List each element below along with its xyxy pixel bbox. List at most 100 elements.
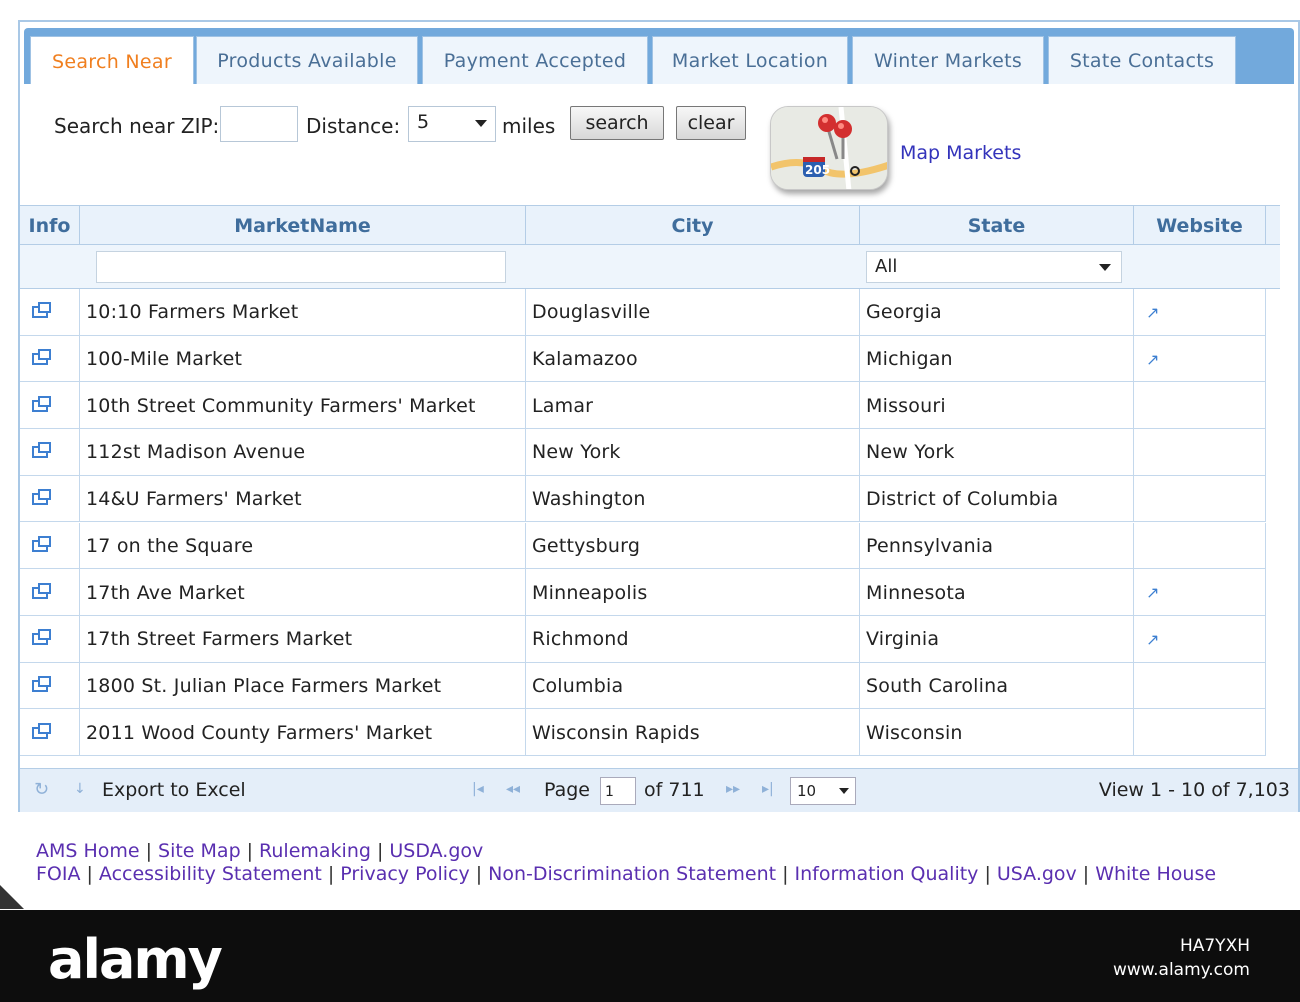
popup-info-icon[interactable]: [32, 489, 51, 506]
table-row[interactable]: 100-Mile Market Kalamazoo Michigan ↗: [20, 335, 1266, 383]
rows-per-page-select[interactable]: 10: [790, 777, 856, 805]
first-page-icon[interactable]: |◂: [472, 781, 484, 797]
tab-payment-accepted[interactable]: Payment Accepted: [422, 36, 648, 84]
city-cell: Gettysburg: [526, 522, 860, 570]
footer-link-non-discrimination[interactable]: Non-Discrimination Statement: [488, 863, 776, 885]
info-cell: [20, 709, 80, 756]
map-markets-link[interactable]: Map Markets: [900, 142, 1021, 164]
external-link-icon[interactable]: ↗: [1146, 350, 1160, 369]
search-toolbar: Search near ZIP: Distance: 5 miles searc…: [20, 84, 1298, 224]
last-page-icon[interactable]: ▸|: [762, 781, 774, 797]
table-row[interactable]: 10th Street Community Farmers' Market Lam…: [20, 382, 1266, 430]
market-name-cell: 100-Mile Market: [80, 335, 526, 383]
popup-info-icon[interactable]: [32, 582, 51, 599]
state-cell: Pennsylvania: [860, 522, 1134, 570]
footer-link-white-house[interactable]: White House: [1095, 863, 1216, 885]
city-cell: Columbia: [526, 662, 860, 710]
table-row[interactable]: 10:10 Farmers Market Douglasville Georgia ↗: [20, 289, 1266, 336]
watermark-strip: alamy HA7YXH www.alamy.com: [0, 910, 1300, 1002]
refresh-icon[interactable]: ↻: [34, 779, 49, 800]
col-header-info[interactable]: Info: [20, 206, 80, 246]
distance-value: 5: [417, 111, 430, 133]
tab-label: Products Available: [217, 49, 397, 72]
map-tile-label: 205: [805, 163, 831, 177]
popup-info-icon[interactable]: [32, 442, 51, 459]
watermark-url: www.alamy.com: [1112, 960, 1250, 980]
table-row[interactable]: 112st Madison Avenue New York New York: [20, 429, 1266, 476]
website-cell: [1134, 429, 1266, 476]
tab-products-available[interactable]: Products Available: [196, 36, 418, 84]
tab-winter-markets[interactable]: Winter Markets: [852, 36, 1044, 84]
tab-state-contacts[interactable]: State Contacts: [1048, 36, 1236, 84]
grid-filter-row: All: [20, 245, 1280, 289]
popup-info-icon[interactable]: [32, 535, 51, 552]
popup-info-icon[interactable]: [32, 675, 51, 692]
external-link-icon[interactable]: ↗: [1146, 630, 1160, 649]
website-cell: [1134, 382, 1266, 430]
page-label: Page: [544, 779, 590, 801]
table-row[interactable]: 17th Street Farmers Market Richmond Virgin…: [20, 615, 1266, 663]
info-cell: [20, 569, 80, 616]
external-link-icon[interactable]: ↗: [1146, 303, 1160, 322]
zip-input[interactable]: [220, 106, 298, 142]
market-name-cell: 10th Street Community Farmers' Market: [80, 382, 526, 430]
search-button[interactable]: search: [570, 106, 664, 140]
external-link-icon[interactable]: ↗: [1146, 583, 1160, 602]
website-cell: ↗: [1134, 289, 1266, 336]
tab-search-near[interactable]: Search Near: [30, 36, 194, 86]
website-cell: [1134, 522, 1266, 570]
clear-button[interactable]: clear: [676, 106, 746, 140]
map-markets-icon[interactable]: 205: [770, 106, 888, 190]
tab-label: Market Location: [671, 49, 829, 72]
col-header-state[interactable]: State: [860, 206, 1134, 246]
tab-market-location[interactable]: Market Location: [652, 36, 848, 84]
footer-link-accessibility[interactable]: Accessibility Statement: [99, 863, 322, 885]
footer-link-rulemaking[interactable]: Rulemaking: [259, 840, 371, 862]
footer-link-usa-gov[interactable]: USA.gov: [997, 863, 1077, 885]
info-cell: [20, 662, 80, 710]
info-cell: [20, 335, 80, 383]
next-page-icon[interactable]: ▸▸: [726, 781, 740, 797]
table-row[interactable]: 14&U Farmers' Market Washington District o…: [20, 475, 1266, 523]
footer-link-information-quality[interactable]: Information Quality: [795, 863, 979, 885]
popup-info-icon[interactable]: [32, 722, 51, 739]
marketname-filter-input[interactable]: [96, 251, 506, 283]
grid-header: Info MarketName City State Website: [20, 205, 1280, 246]
footer-link-privacy[interactable]: Privacy Policy: [340, 863, 469, 885]
info-cell: [20, 289, 80, 336]
zip-label: Search near ZIP:: [54, 114, 220, 138]
export-arrow-icon: ↓: [74, 781, 86, 797]
col-header-marketname[interactable]: MarketName: [80, 206, 526, 246]
state-cell: Michigan: [860, 335, 1134, 383]
footer-link-foia[interactable]: FOIA: [36, 863, 81, 885]
distance-select[interactable]: 5: [408, 106, 496, 142]
state-cell: South Carolina: [860, 662, 1134, 710]
table-row[interactable]: 17 on the Square Gettysburg Pennsylvania: [20, 522, 1266, 570]
table-row[interactable]: 1800 St. Julian Place Farmers Market Colu…: [20, 662, 1266, 710]
popup-info-icon[interactable]: [32, 302, 51, 319]
rows-per-page-value: 10: [797, 782, 817, 800]
page-number-input[interactable]: 1: [600, 777, 636, 805]
prev-page-icon[interactable]: ◂◂: [506, 781, 520, 797]
footer-link-site-map[interactable]: Site Map: [158, 840, 241, 862]
city-cell: Kalamazoo: [526, 335, 860, 383]
city-cell: Washington: [526, 475, 860, 523]
footer-line-1: AMS Home | Site Map | Rulemaking | USDA.gov: [36, 840, 484, 862]
city-cell: Douglasville: [526, 289, 860, 336]
watermark-image-id: HA7YXH: [1179, 936, 1250, 956]
state-filter-select[interactable]: All: [866, 251, 1122, 283]
popup-info-icon[interactable]: [32, 395, 51, 412]
footer-link-ams-home[interactable]: AMS Home: [36, 840, 140, 862]
col-header-website[interactable]: Website: [1134, 206, 1266, 246]
popup-info-icon[interactable]: [32, 629, 51, 646]
col-header-city[interactable]: City: [526, 206, 860, 246]
export-to-excel-link[interactable]: Export to Excel: [102, 779, 246, 801]
market-name-cell: 17th Ave Market: [80, 569, 526, 616]
footer-link-usda-gov[interactable]: USDA.gov: [389, 840, 483, 862]
table-row[interactable]: 2011 Wood County Farmers' Market Wisconsi…: [20, 709, 1266, 756]
website-cell: [1134, 662, 1266, 710]
table-row[interactable]: 17th Ave Market Minneapolis Minnesota ↗: [20, 569, 1266, 616]
popup-info-icon[interactable]: [32, 349, 51, 366]
website-cell: [1134, 475, 1266, 523]
footer-line-2: FOIA | Accessibility Statement | Privacy Pol…: [36, 863, 1217, 885]
